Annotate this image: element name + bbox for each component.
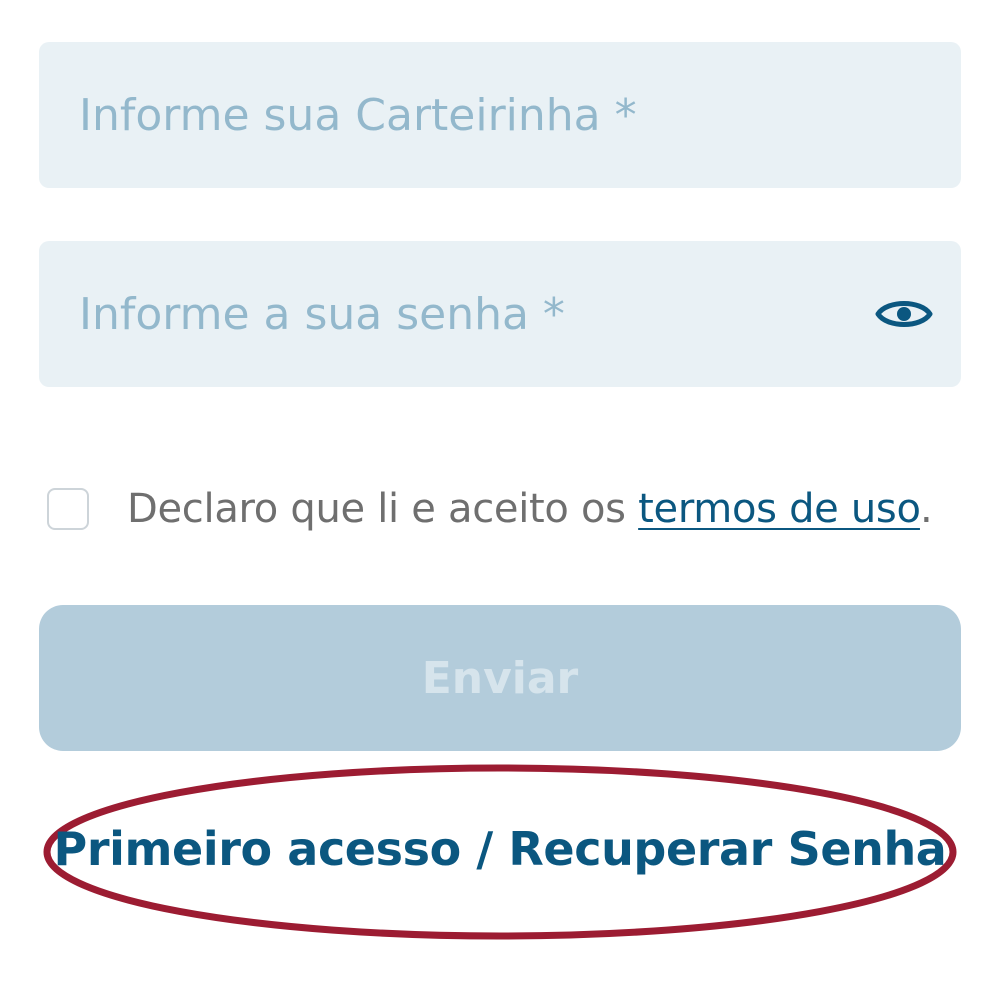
terms-of-use-link[interactable]: termos de uso bbox=[638, 486, 920, 532]
eye-icon[interactable] bbox=[875, 294, 933, 334]
terms-text-after: . bbox=[919, 486, 933, 532]
first-access-recover-password-link[interactable]: Primeiro acesso / Recuperar Senha bbox=[0, 822, 1000, 876]
terms-checkbox[interactable] bbox=[47, 488, 89, 530]
card-number-field[interactable] bbox=[39, 42, 961, 188]
terms-text: Declaro que li e aceito os termos de uso… bbox=[127, 486, 933, 532]
submit-button[interactable]: Enviar bbox=[39, 605, 961, 751]
password-input[interactable] bbox=[39, 241, 961, 387]
password-field[interactable] bbox=[39, 241, 961, 387]
card-number-input[interactable] bbox=[39, 42, 961, 188]
terms-text-before: Declaro que li e aceito os bbox=[127, 486, 639, 532]
terms-row: Declaro que li e aceito os termos de uso… bbox=[47, 486, 933, 532]
